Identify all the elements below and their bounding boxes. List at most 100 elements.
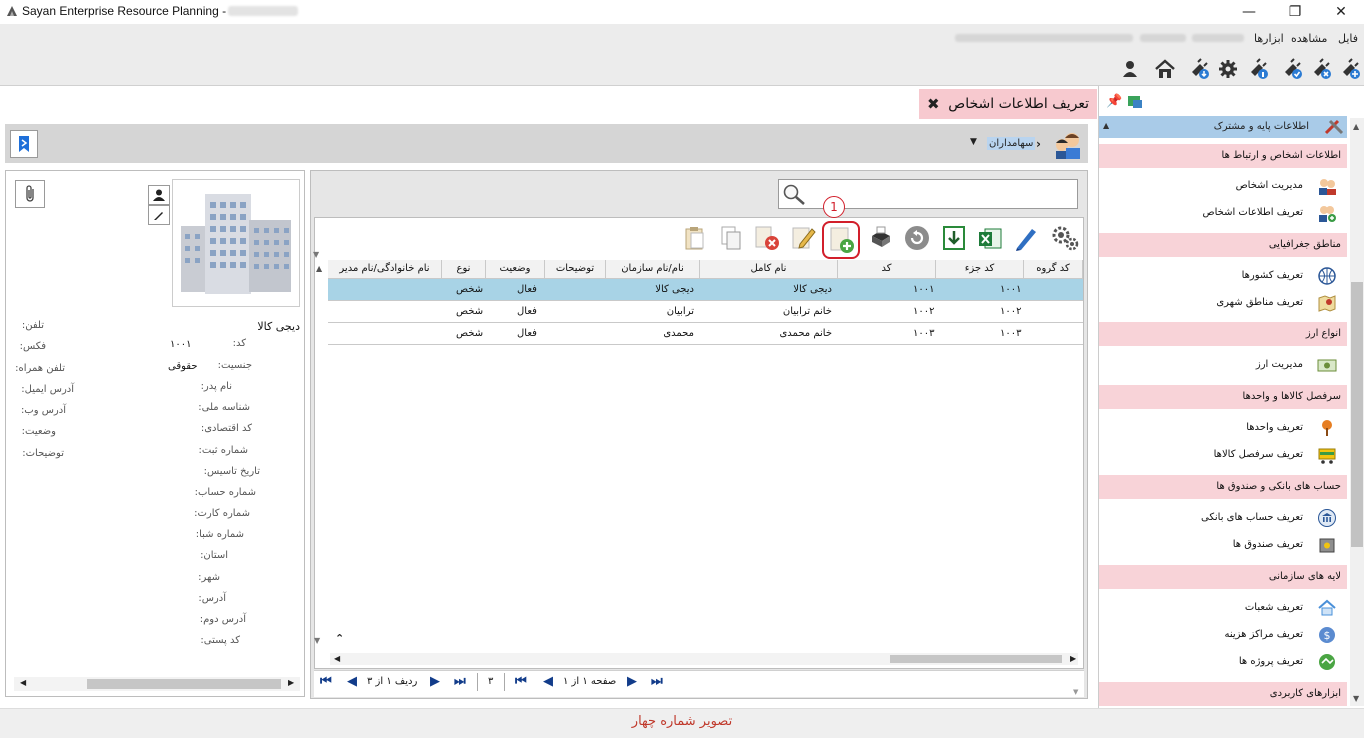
header-scroll-up-icon[interactable]: ▲ <box>316 264 322 273</box>
edit-icon[interactable] <box>790 224 818 252</box>
print-icon[interactable] <box>866 224 894 252</box>
plugin-check-icon[interactable] <box>1280 57 1304 81</box>
sidebar-item-define-persons[interactable]: تعریف اطلاعات اشخاص <box>1099 200 1347 226</box>
table-row[interactable] <box>328 279 1083 301</box>
refresh-icon[interactable] <box>903 224 931 252</box>
excel-export-icon[interactable] <box>976 224 1004 252</box>
sidebar-item-cost-centers[interactable]: تعریف مراکز هزینه $ <box>1099 622 1347 648</box>
sidebar-section-geography[interactable]: مناطق جغرافیایی <box>1099 233 1347 257</box>
table-row[interactable] <box>328 323 1083 345</box>
first-row-icon[interactable]: ⏮ <box>320 674 332 689</box>
tab-person-definition[interactable]: ✖ تعریف اطلاعات اشخاص <box>919 89 1097 119</box>
sidebar-scroll-down-icon[interactable]: ▼ <box>1353 694 1359 703</box>
menu-item-view[interactable]: مشاهده <box>1291 32 1327 45</box>
plugin-add-icon[interactable] <box>1338 57 1362 81</box>
column-header-name[interactable]: نام/نام سازمان <box>606 260 700 279</box>
table-row[interactable] <box>328 301 1083 323</box>
plugin-remove-icon[interactable] <box>1309 57 1333 81</box>
dropdown-arrow-icon[interactable]: ▼ <box>970 137 977 147</box>
last-row-icon[interactable]: ⏭ <box>454 674 466 689</box>
user-icon[interactable] <box>1118 57 1142 81</box>
sidebar-scroll-thumb[interactable] <box>1351 282 1363 547</box>
establishment-date-label: تاریخ تاسیس: <box>203 466 260 477</box>
phone-label: تلفن: <box>21 320 44 331</box>
sidebar-item-projects[interactable]: تعریف پروژه ها <box>1099 649 1347 675</box>
person-photo-button[interactable] <box>148 185 170 205</box>
collapse-arrow-icon[interactable]: ▼ <box>313 250 319 259</box>
app-logo-icon <box>7 6 17 16</box>
step-marker: 1 <box>823 196 845 218</box>
scroll-right-icon[interactable]: ▶ <box>288 678 294 687</box>
sidebar-item-bank-accounts[interactable]: تعریف حساب های بانکی <box>1099 505 1347 531</box>
pin-icon[interactable]: 📌 <box>1106 94 1122 109</box>
registration-number-label: شماره ثبت: <box>198 445 248 456</box>
branch-house-icon <box>1318 599 1336 616</box>
maximize-button[interactable]: ❐ <box>1272 0 1318 24</box>
sidebar-scroll-up-icon[interactable]: ▲ <box>1353 122 1359 131</box>
sidebar-item-cash-boxes[interactable]: تعریف صندوق ها <box>1099 532 1347 558</box>
sidebar-section-bank[interactable]: حساب های بانکی و صندوق ها <box>1099 475 1347 499</box>
map-icon[interactable] <box>1127 95 1143 109</box>
collapse-up-icon[interactable]: ▲ <box>1103 121 1109 130</box>
edit-photo-button[interactable] <box>148 205 170 225</box>
sidebar-item-branches[interactable]: تعریف شعبات <box>1099 595 1347 621</box>
plugin-download-icon[interactable] <box>1187 57 1211 81</box>
sidebar-item-manage-persons[interactable]: مدیریت اشخاص <box>1099 173 1347 199</box>
home-icon[interactable] <box>1153 57 1177 81</box>
scroll-down-arrow-icon[interactable]: ▼ <box>314 636 320 645</box>
menu-item-tools[interactable]: ابزارها <box>1254 32 1284 45</box>
column-header-code[interactable]: کد <box>838 260 936 279</box>
bookmark-button[interactable] <box>10 130 38 158</box>
last-page-icon[interactable]: ⏭ <box>651 674 663 689</box>
signature-pen-icon[interactable] <box>1012 224 1040 252</box>
menu-item-file[interactable]: فایل <box>1338 32 1358 45</box>
bookmark-icon <box>19 136 29 152</box>
minimize-button[interactable]: — <box>1226 0 1272 24</box>
cell-group-code: ۱۰۰۳ <box>1000 328 1022 339</box>
delete-icon[interactable] <box>753 224 781 252</box>
sidebar-section-tools[interactable]: ابزارهای کاربردی <box>1099 682 1347 706</box>
column-header-family-name[interactable]: نام خانوادگی/نام مدیر <box>328 260 442 279</box>
settings-gear-icon[interactable] <box>1216 57 1240 81</box>
column-header-full-name[interactable]: نام کامل <box>700 260 838 279</box>
scroll-up-icon[interactable]: ⌃ <box>335 632 344 645</box>
sidebar-item-urban-areas[interactable]: تعریف مناطق شهری <box>1099 290 1347 316</box>
detail-scroll-thumb[interactable] <box>87 679 281 689</box>
next-page-icon[interactable]: ▶ <box>627 674 637 689</box>
sidebar-section-currency[interactable]: انواع ارز <box>1099 322 1347 346</box>
next-row-icon[interactable]: ▶ <box>430 674 440 689</box>
copy-icon[interactable] <box>719 224 743 252</box>
import-icon[interactable] <box>940 224 968 252</box>
plugin-info-icon[interactable] <box>1246 57 1270 81</box>
grid-scroll-thumb[interactable] <box>890 655 1062 663</box>
tab-title: تعریف اطلاعات اشخاص <box>948 96 1089 112</box>
close-tab-icon[interactable]: ✖ <box>927 95 940 113</box>
first-page-icon[interactable]: ⏮ <box>515 674 527 689</box>
grid-scroll-right-icon[interactable]: ▶ <box>1070 654 1076 663</box>
grid-settings-icon[interactable] <box>1050 224 1080 252</box>
website-label: آدرس وب: <box>20 405 66 416</box>
attach-button[interactable] <box>15 180 45 208</box>
sidebar-item-goods-headings[interactable]: تعریف سرفصل کالاها <box>1099 442 1347 468</box>
grid-scroll-left-icon[interactable]: ◀ <box>334 654 340 663</box>
sidebar-top-group[interactable]: اطلاعات پایه و مشترک <box>1099 116 1347 138</box>
breadcrumb-current[interactable]: سهامداران <box>987 137 1036 150</box>
prev-page-icon[interactable]: ◀ <box>543 674 553 689</box>
sidebar-section-persons[interactable]: اطلاعات اشخاص و ارتباط ها <box>1099 144 1347 168</box>
cart-icon <box>1318 448 1336 464</box>
sidebar-item-units[interactable]: تعریف واحدها <box>1099 415 1347 441</box>
sidebar-section-org-layers[interactable]: لایه های سازمانی <box>1099 565 1347 589</box>
add-new-button[interactable] <box>822 221 860 259</box>
prev-row-icon[interactable]: ◀ <box>347 674 357 689</box>
sidebar-item-manage-currency[interactable]: مدیریت ارز <box>1099 352 1347 378</box>
column-header-status[interactable]: وضعیت <box>486 260 545 279</box>
sidebar-item-countries[interactable]: تعریف کشورها <box>1099 263 1347 289</box>
scroll-left-icon[interactable]: ◀ <box>20 678 26 687</box>
sidebar-section-goods[interactable]: سرفصل کالاها و واحدها <box>1099 385 1347 409</box>
column-header-part-code[interactable]: کد جزء <box>936 260 1024 279</box>
paste-icon[interactable] <box>683 224 707 252</box>
column-header-type[interactable]: نوع <box>442 260 486 279</box>
close-window-button[interactable]: ✕ <box>1318 0 1364 24</box>
column-header-group-code[interactable]: کد گروه <box>1024 260 1083 279</box>
column-header-description[interactable]: توضیحات <box>545 260 606 279</box>
